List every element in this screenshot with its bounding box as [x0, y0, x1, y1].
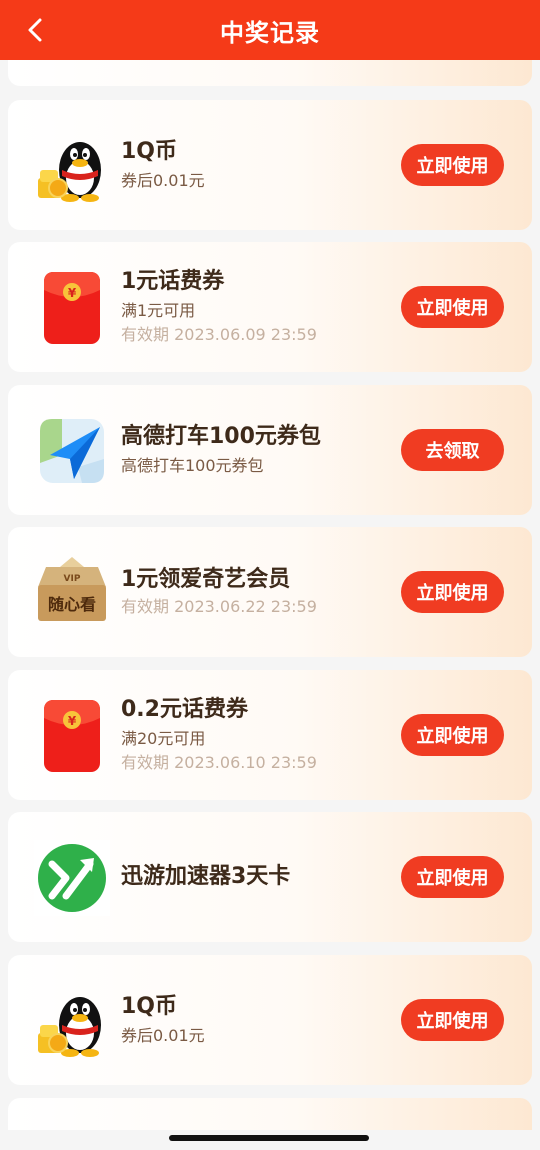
use-now-button[interactable]: 立即使用 — [401, 714, 504, 756]
svg-text:¥: ¥ — [68, 714, 77, 728]
prize-name: 1Q币 — [121, 139, 178, 164]
prize-list[interactable]: 1Q币 券后0.01元 立即使用 ¥ 1元话费券 满1元可用 有效期 2023.… — [0, 60, 540, 1130]
chevron-left-icon — [28, 18, 42, 42]
icon-caption: 随心看 — [48, 595, 96, 614]
svg-text:¥: ¥ — [68, 286, 77, 300]
use-now-button[interactable]: 立即使用 — [401, 144, 504, 186]
prize-name: 1元话费券 — [121, 269, 225, 294]
use-now-button[interactable]: 立即使用 — [401, 999, 504, 1041]
use-now-button[interactable]: 立即使用 — [401, 856, 504, 898]
qq-penguin-icon — [32, 126, 112, 206]
prize-card: 1Q币 券后0.01元 立即使用 — [8, 955, 532, 1085]
back-button[interactable] — [20, 14, 50, 46]
prize-condition: 券后0.01元 — [121, 171, 205, 190]
vip-text: VIP — [64, 574, 81, 584]
prize-card: 高德打车100元券包 高德打车100元券包 去领取 — [8, 385, 532, 515]
use-now-button[interactable]: 立即使用 — [401, 571, 504, 613]
prize-expiry: 有效期 2023.06.22 23:59 — [121, 597, 317, 616]
xunyou-icon — [32, 838, 112, 918]
use-now-button[interactable]: 立即使用 — [401, 286, 504, 328]
prize-name: 1Q币 — [121, 994, 178, 1019]
prize-expiry: 有效期 2023.06.09 23:59 — [121, 325, 317, 344]
prize-expiry: 有效期 2023.06.10 23:59 — [121, 753, 317, 772]
qq-penguin-icon — [32, 981, 112, 1061]
header-bar: 中奖记录 — [0, 0, 540, 60]
home-indicator[interactable] — [169, 1135, 369, 1141]
prize-condition: 高德打车100元券包 — [121, 456, 264, 475]
prize-name: 迅游加速器3天卡 — [121, 864, 291, 889]
prize-name: 0.2元话费券 — [121, 697, 248, 722]
prize-card: 1Q币 券后0.01元 立即使用 — [8, 100, 532, 230]
prize-condition: 满1元可用 — [121, 301, 196, 320]
iqiyi-vip-box-icon: VIP 随心看 — [32, 553, 112, 633]
page-title: 中奖记录 — [220, 18, 320, 47]
prize-card-partial — [8, 1098, 532, 1130]
prize-card-partial — [8, 60, 532, 86]
prize-card: VIP 随心看 1元领爱奇艺会员 有效期 2023.06.22 23:59 立即… — [8, 527, 532, 657]
prize-name: 1元领爱奇艺会员 — [121, 567, 291, 592]
red-envelope-icon: ¥ — [32, 268, 112, 348]
red-envelope-icon: ¥ — [32, 696, 112, 776]
claim-button[interactable]: 去领取 — [401, 429, 504, 471]
prize-condition: 满20元可用 — [121, 729, 206, 748]
prize-card: ¥ 1元话费券 满1元可用 有效期 2023.06.09 23:59 立即使用 — [8, 242, 532, 372]
prize-condition: 券后0.01元 — [121, 1026, 205, 1045]
amap-icon — [32, 411, 112, 491]
prize-card: ¥ 0.2元话费券 满20元可用 有效期 2023.06.10 23:59 立即… — [8, 670, 532, 800]
prize-card: 迅游加速器3天卡 立即使用 — [8, 812, 532, 942]
prize-name: 高德打车100元券包 — [121, 424, 321, 449]
